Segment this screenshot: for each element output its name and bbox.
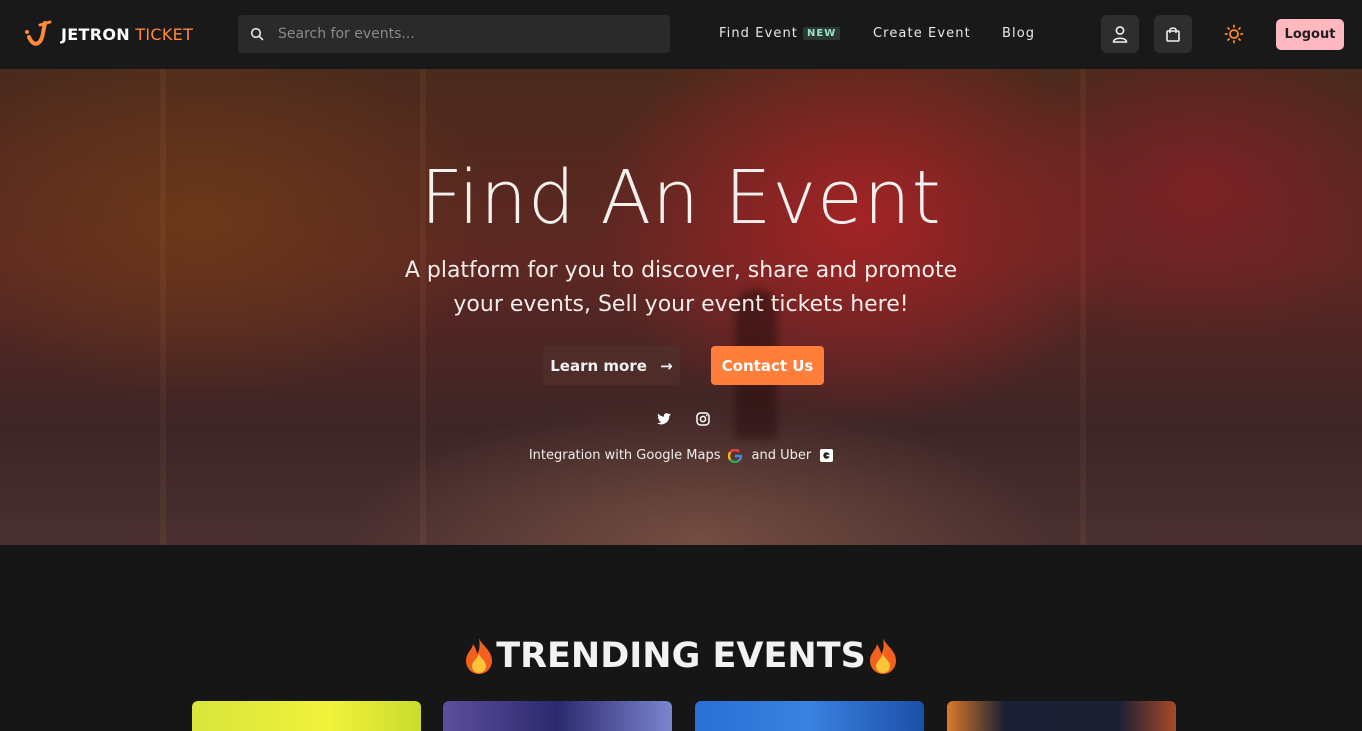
hero-banner: Find An Event A platform for you to disc… [0, 69, 1362, 545]
nav-create-event[interactable]: Create Event [873, 26, 971, 41]
nav-blog[interactable]: Blog [1002, 26, 1035, 41]
logo-mark-icon [25, 20, 52, 46]
learn-more-button[interactable]: Learn more → [543, 346, 680, 385]
top-navbar: JETRON TICKET Find Event NEW Create Event… [0, 0, 1362, 69]
brand-name: JETRON TICKET [61, 25, 193, 44]
logout-button[interactable]: Logout [1276, 19, 1344, 50]
event-card[interactable] [695, 701, 924, 731]
fire-icon [869, 638, 896, 674]
search-bar [238, 15, 670, 53]
trending-events-title: TRENDING EVENTS [496, 636, 866, 676]
integration-google-text: Integration with Google Maps [528, 448, 721, 463]
brand-name-primary: JETRON [61, 24, 130, 44]
uber-icon [820, 449, 834, 462]
new-badge: NEW [803, 27, 841, 40]
hero-title: Find An Event [420, 155, 942, 241]
profile-button[interactable] [1101, 15, 1139, 53]
event-card[interactable] [443, 701, 672, 731]
shopping-bag-icon [1166, 27, 1180, 42]
arrow-right-icon: → [660, 356, 673, 375]
event-card[interactable] [947, 701, 1176, 731]
nav-find-event[interactable]: Find Event NEW [719, 26, 841, 41]
hero-background-decoration [160, 69, 166, 545]
hero-subtitle: A platform for you to discover, share an… [404, 258, 958, 317]
nav-find-event-label: Find Event [719, 26, 799, 41]
search-input[interactable] [278, 19, 670, 49]
learn-more-label: Learn more [550, 356, 647, 375]
hero-background-decoration [1080, 69, 1086, 545]
brand-logo[interactable]: JETRON TICKET [23, 19, 193, 49]
search-icon [250, 27, 264, 41]
event-card[interactable] [192, 701, 421, 731]
google-icon [728, 448, 743, 463]
instagram-icon[interactable] [695, 411, 711, 427]
user-icon [1112, 26, 1128, 43]
twitter-icon[interactable] [656, 411, 672, 427]
fire-icon [466, 638, 493, 674]
integration-note: Integration with Google Maps and Uber [0, 448, 1362, 463]
brand-name-secondary: TICKET [135, 24, 194, 44]
trending-events-heading: TRENDING EVENTS [0, 636, 1362, 676]
sun-icon[interactable] [1224, 24, 1244, 44]
integration-uber-text: and Uber [751, 448, 812, 463]
cart-button[interactable] [1154, 15, 1192, 53]
contact-us-button[interactable]: Contact Us [711, 346, 824, 385]
